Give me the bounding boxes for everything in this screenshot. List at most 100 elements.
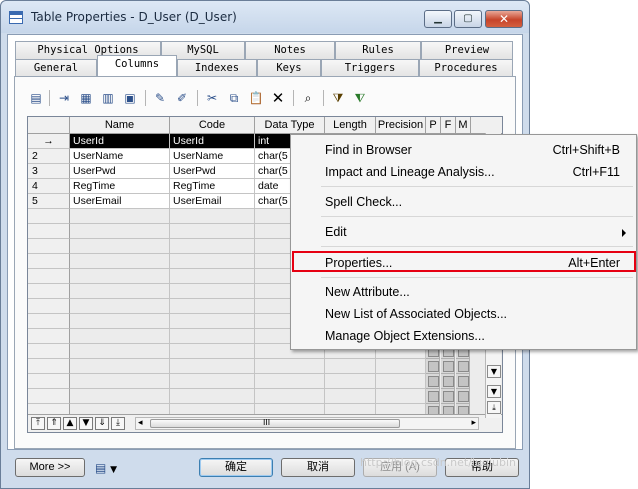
empty-cell[interactable]	[70, 359, 170, 374]
checkbox-cell[interactable]	[426, 374, 440, 389]
scroll-right-icon[interactable]: ▸	[471, 418, 476, 429]
tab-preview[interactable]: Preview	[421, 41, 513, 59]
cell-name[interactable]: UserEmail	[70, 194, 170, 209]
properties-icon[interactable]: ▤	[27, 89, 45, 107]
empty-cell[interactable]	[70, 209, 170, 224]
empty-cell[interactable]	[70, 329, 170, 344]
empty-cell[interactable]	[70, 344, 170, 359]
menu-item-edit[interactable]: Edit	[293, 221, 634, 243]
menu-item-new-attribute[interactable]: New Attribute...	[293, 281, 634, 303]
row-number[interactable]: 4	[28, 179, 70, 194]
row-number[interactable]: 2	[28, 149, 70, 164]
header-precision[interactable]: Precision	[376, 117, 426, 134]
checkbox-cell[interactable]	[456, 374, 470, 389]
empty-cell[interactable]	[170, 314, 255, 329]
cell-code[interactable]: UserPwd	[170, 164, 255, 179]
cell-code[interactable]: UserName	[170, 149, 255, 164]
cancel-button[interactable]: 取消	[281, 458, 355, 477]
cell-code[interactable]: UserEmail	[170, 194, 255, 209]
empty-cell[interactable]	[70, 269, 170, 284]
row-header[interactable]	[28, 389, 70, 404]
tab-notes[interactable]: Notes	[245, 41, 335, 59]
cell-code[interactable]: RegTime	[170, 179, 255, 194]
move-bottom-icon[interactable]: ⤓	[111, 417, 125, 430]
move-down-icon[interactable]: ▼	[79, 417, 93, 430]
checkbox-cell[interactable]	[426, 389, 440, 404]
menu-item-new-list-associated[interactable]: New List of Associated Objects...	[293, 303, 634, 325]
checkbox-cell[interactable]	[456, 359, 470, 374]
scroll-page-down-icon[interactable]: ▼	[487, 385, 501, 398]
empty-cell[interactable]	[170, 329, 255, 344]
empty-cell[interactable]	[170, 269, 255, 284]
empty-row[interactable]	[28, 359, 502, 374]
cell-name[interactable]: RegTime	[70, 179, 170, 194]
menu-item-manage-extensions[interactable]: Manage Object Extensions...	[293, 325, 634, 347]
header-p[interactable]: P	[426, 117, 441, 134]
cell-name[interactable]: UserId	[70, 134, 170, 149]
tab-general[interactable]: General	[15, 59, 97, 77]
empty-cell[interactable]	[170, 254, 255, 269]
move-top-icon[interactable]: ⤒	[31, 417, 45, 430]
delete-icon[interactable]: ✕	[269, 89, 287, 107]
header-length[interactable]: Length	[325, 117, 376, 134]
empty-row[interactable]	[28, 389, 502, 404]
row-header[interactable]	[28, 299, 70, 314]
row-header[interactable]	[28, 224, 70, 239]
empty-cell[interactable]	[376, 389, 426, 404]
add-column-icon[interactable]: ▥	[99, 89, 117, 107]
more-button[interactable]: More >>	[15, 458, 85, 477]
menu-icon[interactable]: ▤ ▼	[95, 459, 127, 477]
checkbox-cell[interactable]	[441, 374, 455, 389]
empty-cell[interactable]	[170, 224, 255, 239]
paste-icon[interactable]: 📋	[247, 89, 265, 107]
empty-cell[interactable]	[376, 374, 426, 389]
checkbox-cell[interactable]	[441, 389, 455, 404]
checkbox-cell[interactable]	[441, 359, 455, 374]
row-number[interactable]: 3	[28, 164, 70, 179]
empty-cell[interactable]	[170, 389, 255, 404]
empty-cell[interactable]	[255, 359, 325, 374]
empty-cell[interactable]	[170, 209, 255, 224]
horizontal-scroll-thumb[interactable]: III	[150, 418, 400, 428]
row-indicator[interactable]: →	[28, 134, 70, 149]
row-header[interactable]	[28, 314, 70, 329]
cut-icon[interactable]: ✂	[203, 89, 221, 107]
scroll-bottom-icon[interactable]: ⤓	[487, 401, 501, 414]
empty-cell[interactable]	[325, 374, 376, 389]
empty-cell[interactable]	[255, 389, 325, 404]
row-number[interactable]: 5	[28, 194, 70, 209]
tab-rules[interactable]: Rules	[335, 41, 421, 59]
header-data-type[interactable]: Data Type	[255, 117, 325, 134]
header-m[interactable]: M	[456, 117, 471, 134]
empty-cell[interactable]	[325, 359, 376, 374]
tab-keys[interactable]: Keys	[257, 59, 321, 77]
ok-button[interactable]: 确定	[199, 458, 273, 477]
header-name[interactable]: Name	[70, 117, 170, 134]
tab-procedures[interactable]: Procedures	[419, 59, 513, 77]
scroll-down-icon[interactable]: ▼	[487, 365, 501, 378]
empty-cell[interactable]	[170, 344, 255, 359]
edit-icon[interactable]: ✐	[173, 89, 191, 107]
horizontal-scrollbar[interactable]: ◂ III ▸	[135, 417, 479, 430]
cell-name[interactable]: UserPwd	[70, 164, 170, 179]
copy-icon[interactable]: ⧉	[225, 89, 243, 107]
empty-cell[interactable]	[70, 224, 170, 239]
menu-item-spell-check[interactable]: Spell Check...	[293, 191, 634, 213]
row-header[interactable]	[28, 254, 70, 269]
select-all-icon[interactable]: ▣	[121, 89, 139, 107]
menu-item-properties[interactable]: Properties... Alt+Enter	[293, 252, 634, 274]
empty-cell[interactable]	[170, 359, 255, 374]
header-code[interactable]: Code	[170, 117, 255, 134]
cell-code[interactable]: UserId	[170, 134, 255, 149]
empty-cell[interactable]	[70, 299, 170, 314]
empty-cell[interactable]	[170, 284, 255, 299]
empty-cell[interactable]	[70, 314, 170, 329]
empty-cell[interactable]	[170, 239, 255, 254]
cell-name[interactable]: UserName	[70, 149, 170, 164]
checkbox-cell[interactable]	[456, 389, 470, 404]
move-page-up-icon[interactable]: ⇑	[47, 417, 61, 430]
empty-row[interactable]	[28, 374, 502, 389]
empty-cell[interactable]	[70, 239, 170, 254]
row-header[interactable]	[28, 344, 70, 359]
empty-cell[interactable]	[70, 254, 170, 269]
